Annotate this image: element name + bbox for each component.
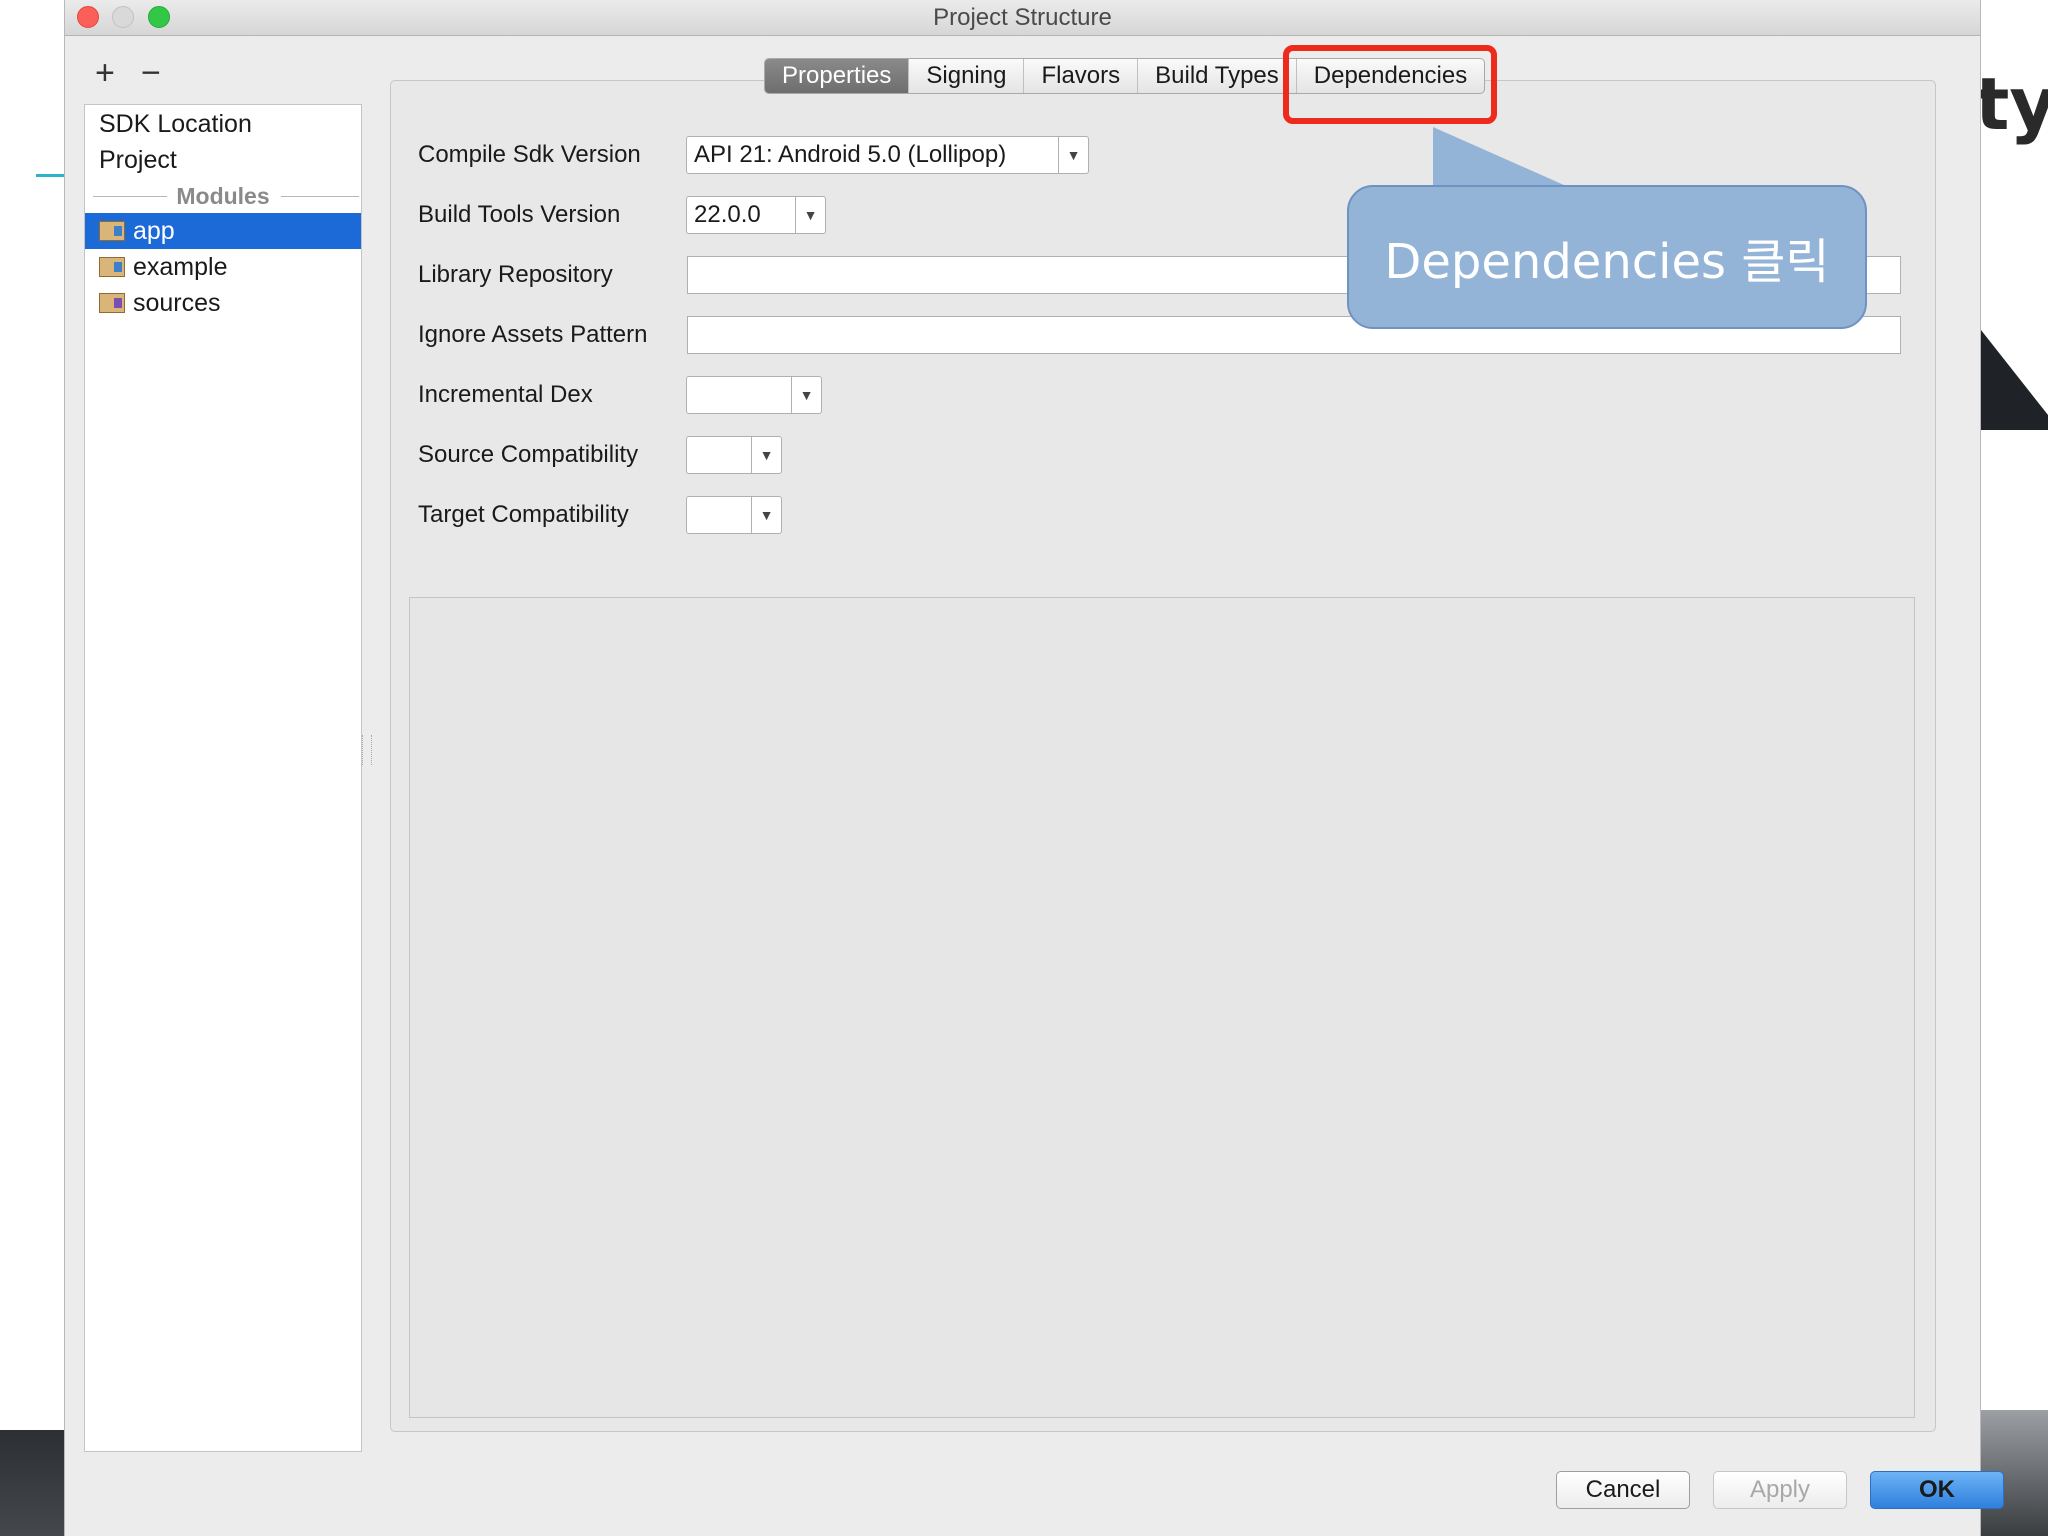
tab-signing[interactable]: Signing [909, 59, 1025, 93]
cancel-button[interactable]: Cancel [1556, 1471, 1690, 1509]
slide-title-fragment: ty [1975, 62, 2048, 146]
tab-properties[interactable]: Properties [765, 59, 910, 93]
modules-separator: Modules [85, 179, 361, 213]
incremental-dex-label: Incremental Dex [418, 381, 593, 408]
slide-accent-line [36, 174, 66, 177]
tab-flavors[interactable]: Flavors [1024, 59, 1139, 93]
sidebar-item-module-sources[interactable]: sources [85, 285, 361, 321]
library-repository-label: Library Repository [418, 261, 613, 288]
panel-splitter-handle[interactable] [362, 735, 372, 765]
dropdown-arrow-icon: ▼ [1058, 137, 1088, 173]
sidebar-item-module-example[interactable]: example [85, 249, 361, 285]
dependencies-highlight-box [1283, 45, 1497, 124]
callout-text: Dependencies 클릭 [1384, 234, 1830, 290]
compile-sdk-value: API 21: Android 5.0 (Lollipop) [694, 141, 1007, 168]
compile-sdk-label: Compile Sdk Version [418, 141, 641, 168]
build-tools-value: 22.0.0 [694, 201, 761, 228]
sidebar-item-project[interactable]: Project [99, 143, 177, 177]
target-compatibility-label: Target Compatibility [418, 501, 629, 528]
dropdown-arrow-icon: ▼ [791, 377, 821, 413]
add-module-button[interactable]: + [95, 56, 115, 90]
dropdown-arrow-icon: ▼ [751, 497, 781, 533]
module-icon [99, 293, 125, 313]
module-icon [99, 257, 125, 277]
sidebar: SDK Location Project Modules app example… [84, 104, 362, 1452]
module-icon [99, 221, 125, 241]
slide-bottom-left-band [0, 1430, 64, 1536]
ignore-assets-label: Ignore Assets Pattern [418, 321, 648, 348]
ok-button[interactable]: OK [1870, 1471, 2004, 1509]
incremental-dex-select[interactable]: ▼ [686, 376, 822, 414]
sidebar-item-module-app[interactable]: app [85, 213, 361, 249]
apply-button[interactable]: Apply [1713, 1471, 1847, 1509]
dropdown-arrow-icon: ▼ [751, 437, 781, 473]
target-compatibility-select[interactable]: ▼ [686, 496, 782, 534]
build-tools-select[interactable]: 22.0.0 ▼ [686, 196, 826, 234]
dropdown-arrow-icon: ▼ [795, 197, 825, 233]
source-compatibility-select[interactable]: ▼ [686, 436, 782, 474]
slide-decoration-shape [1981, 330, 2048, 430]
sidebar-item-sdk-location[interactable]: SDK Location [99, 107, 252, 141]
remove-module-button[interactable]: − [141, 56, 161, 90]
tab-build-types[interactable]: Build Types [1138, 59, 1297, 93]
module-label: app [133, 216, 175, 245]
modules-header: Modules [176, 183, 270, 209]
source-compatibility-label: Source Compatibility [418, 441, 639, 468]
instruction-callout: Dependencies 클릭 [1347, 185, 1867, 329]
compile-sdk-select[interactable]: API 21: Android 5.0 (Lollipop) ▼ [686, 136, 1089, 174]
title-bar: Project Structure [65, 0, 1980, 36]
module-label: sources [133, 288, 221, 317]
module-details-panel [409, 597, 1915, 1418]
build-tools-label: Build Tools Version [418, 201, 621, 228]
module-label: example [133, 252, 228, 281]
window-title: Project Structure [933, 4, 1112, 31]
